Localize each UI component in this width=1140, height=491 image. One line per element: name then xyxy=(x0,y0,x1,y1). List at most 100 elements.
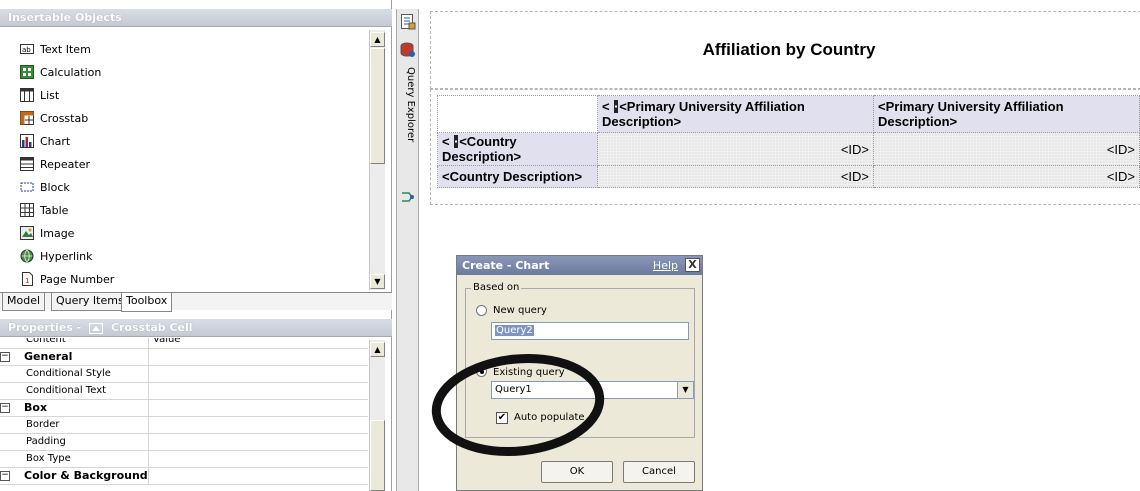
property-row-box-type[interactable]: Box Type xyxy=(0,451,368,468)
toolbox-item-crosstab[interactable]: Crosstab xyxy=(20,107,88,129)
new-query-radio[interactable] xyxy=(476,305,487,316)
property-value[interactable] xyxy=(150,434,153,451)
row-header-member[interactable]: <Country Description> xyxy=(437,165,598,188)
property-row-conditional-style[interactable]: Conditional Style xyxy=(0,366,368,383)
annotation-circle xyxy=(431,353,605,457)
toolbox-item-block[interactable]: Block xyxy=(20,176,70,198)
toolbox-item-page-number[interactable]: 1 Page Number xyxy=(20,268,114,290)
property-value[interactable] xyxy=(150,451,153,468)
hyperlink-icon xyxy=(20,249,34,263)
property-name: Content xyxy=(10,338,149,349)
tab-model[interactable]: Model xyxy=(2,293,46,311)
column-header-label: <Primary University Affiliation Descript… xyxy=(602,99,805,129)
ok-button[interactable]: OK xyxy=(541,461,613,483)
property-name: Padding xyxy=(10,434,149,451)
svg-text:1: 1 xyxy=(25,277,29,285)
properties-scrollbar[interactable]: ▲ xyxy=(369,340,385,491)
fact-cell[interactable]: <ID> xyxy=(873,165,1140,188)
collapse-icon[interactable]: − xyxy=(0,403,10,413)
grip-icon xyxy=(614,100,619,113)
query-explorer-icon[interactable] xyxy=(399,41,417,59)
page-explorer-icon[interactable] xyxy=(399,13,417,31)
toolbox-item-hyperlink[interactable]: Hyperlink xyxy=(20,245,93,267)
toolbox-item-text-item[interactable]: ab Text Item xyxy=(20,38,91,60)
left-pane: Insertable Objects ab Text Item Calculat… xyxy=(0,0,392,491)
property-value[interactable] xyxy=(150,417,153,434)
properties-context: Crosstab Cell xyxy=(110,321,193,334)
property-row-content[interactable]: Content Value xyxy=(0,338,368,349)
property-row-border[interactable]: Border xyxy=(0,417,368,434)
fact-cell[interactable]: <ID> xyxy=(597,165,874,188)
new-query-label[interactable]: New query xyxy=(493,305,547,316)
collapse-icon[interactable]: − xyxy=(0,352,10,362)
condition-explorer-icon[interactable] xyxy=(399,189,417,207)
new-query-name-value: Query2 xyxy=(495,325,534,336)
property-group-general[interactable]: − General xyxy=(0,349,368,366)
toolbox-item-label: Block xyxy=(40,180,70,194)
insertable-objects-title: Insertable Objects xyxy=(0,9,392,27)
toolbox-item-calculation[interactable]: Calculation xyxy=(20,61,101,83)
text-item-icon: ab xyxy=(20,42,34,56)
close-icon[interactable]: X xyxy=(685,258,700,272)
toolbox-list: ab Text Item Calculation List Crosstab C… xyxy=(0,28,368,290)
group-legend: Based on xyxy=(471,282,522,293)
fact-cell[interactable]: <ID> xyxy=(873,132,1140,166)
block-icon xyxy=(20,180,34,194)
property-row-padding[interactable]: Padding xyxy=(0,434,368,451)
toolbox-item-image[interactable]: Image xyxy=(20,222,74,244)
column-header-member[interactable]: <Primary University Affiliation Descript… xyxy=(873,95,1140,133)
properties-grid: Content Value − General Conditional Styl… xyxy=(0,338,368,491)
crosstab-corner[interactable] xyxy=(437,95,598,133)
select-ancestor-icon[interactable] xyxy=(89,322,104,334)
svg-text:ab: ab xyxy=(22,46,31,54)
property-group-color-background[interactable]: − Color & Background xyxy=(0,468,368,485)
scroll-up-icon[interactable]: ▲ xyxy=(370,32,385,47)
dialog-titlebar[interactable]: Create - Chart Help X xyxy=(457,256,702,275)
property-name: Conditional Style xyxy=(10,366,149,383)
toolbox-item-label: Table xyxy=(40,203,69,217)
toolbox-item-label: Hyperlink xyxy=(40,249,93,263)
property-group-label: General xyxy=(10,349,149,366)
property-group-box[interactable]: − Box xyxy=(0,400,368,417)
chevron-down-icon[interactable]: ▼ xyxy=(677,382,693,398)
query-explorer-tab[interactable]: Query Explorer xyxy=(400,67,416,147)
scroll-down-icon[interactable]: ▼ xyxy=(370,274,385,289)
toolbox-item-list[interactable]: List xyxy=(20,84,59,106)
pane-tab-strip: Model Query Items Toolbox xyxy=(0,292,392,312)
property-row-conditional-text[interactable]: Conditional Text xyxy=(0,383,368,400)
image-icon xyxy=(20,226,34,240)
collapse-icon[interactable]: − xyxy=(0,471,10,481)
row-header-member[interactable]: < <Country Description> xyxy=(437,132,598,166)
toolbox-item-label: Chart xyxy=(40,134,71,148)
crosstab-icon xyxy=(20,111,34,125)
scroll-up-icon[interactable]: ▲ xyxy=(370,342,385,357)
toolbox-scrollbar[interactable]: ▲ ▼ xyxy=(369,30,385,290)
help-link[interactable]: Help xyxy=(653,256,678,275)
page-number-icon: 1 xyxy=(20,272,34,286)
column-header-member[interactable]: < <Primary University Affiliation Descri… xyxy=(597,95,874,133)
property-group-label: Box xyxy=(10,400,149,417)
toolbox-item-table[interactable]: Table xyxy=(20,199,68,221)
report-header-block[interactable]: Affiliation by Country xyxy=(430,11,1140,89)
fact-cell[interactable]: <ID> xyxy=(597,132,874,166)
scroll-thumb[interactable] xyxy=(370,48,385,164)
explorer-strip: Query Explorer xyxy=(396,9,419,491)
toolbox-item-chart[interactable]: Chart xyxy=(20,130,70,152)
tab-toolbox[interactable]: Toolbox xyxy=(121,293,173,312)
property-value[interactable]: Value xyxy=(150,338,180,349)
property-value[interactable] xyxy=(150,366,153,383)
report-title[interactable]: Affiliation by Country xyxy=(431,40,1140,60)
column-header-label: <Primary University Affiliation Descript… xyxy=(878,99,1064,129)
list-icon xyxy=(20,88,34,102)
toolbox-item-repeater[interactable]: Repeater xyxy=(20,153,90,175)
chart-icon xyxy=(20,134,34,148)
crosstab[interactable]: < <Primary University Affiliation Descri… xyxy=(437,95,1140,188)
new-query-name-input[interactable]: Query2 xyxy=(491,322,689,340)
tab-query-items[interactable]: Query Items xyxy=(51,293,129,311)
toolbox-item-label: Calculation xyxy=(40,65,102,79)
property-value[interactable] xyxy=(150,383,153,400)
toolbox-item-label: Repeater xyxy=(40,157,91,171)
cancel-button[interactable]: Cancel xyxy=(623,461,695,483)
scroll-thumb[interactable] xyxy=(370,420,385,491)
table-icon xyxy=(20,203,34,217)
